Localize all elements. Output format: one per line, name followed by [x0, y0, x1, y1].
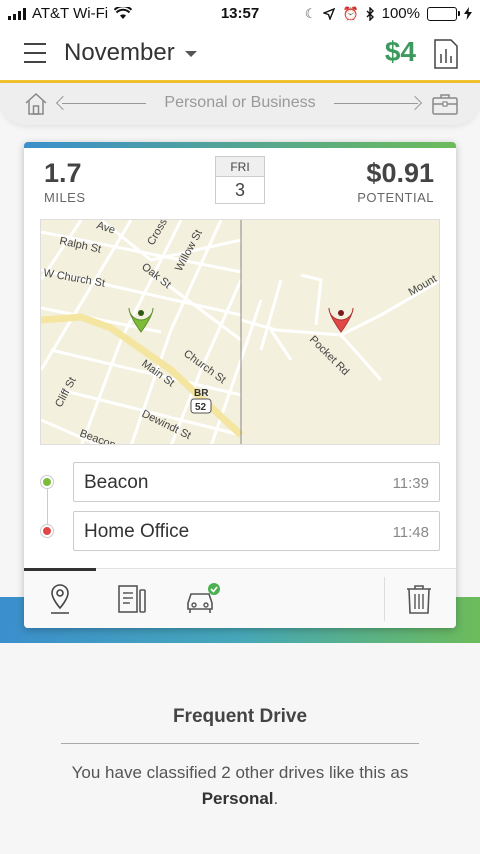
hamburger-menu-icon[interactable] [24, 43, 46, 63]
miles-label: MILES [44, 190, 86, 205]
drive-card[interactable]: 1.7 MILES FRI 3 $0.91 POTENTIAL Ave Ralp… [24, 142, 456, 628]
notes-expense-tab-icon[interactable] [114, 581, 150, 617]
end-pin-icon[interactable] [328, 307, 354, 333]
potential-label: POTENTIAL [357, 190, 434, 205]
svg-text:52: 52 [195, 402, 207, 413]
briefcase-icon[interactable] [432, 93, 458, 115]
app-header: November $4 [0, 28, 480, 80]
start-dot-icon [41, 476, 53, 488]
earnings-total[interactable]: $4 [385, 36, 416, 68]
map-pin-tab-icon[interactable] [42, 581, 78, 617]
street-label-w-church: W Church St [42, 267, 105, 290]
chevron-down-icon [184, 51, 197, 57]
street-label-mount: Mount [407, 273, 439, 299]
bluetooth-icon [366, 6, 374, 21]
status-bar: AT&T Wi-Fi 13:57 ☾ ⏰ 100% [0, 0, 480, 28]
trash-icon[interactable] [401, 581, 437, 617]
report-icon[interactable] [434, 39, 458, 69]
start-location[interactable]: Beacon 11:39 [73, 462, 440, 502]
end-time: 11:48 [392, 524, 429, 541]
potential-value: $0.91 [366, 158, 434, 188]
frequent-drive-title: Frequent Drive [172, 706, 308, 727]
frequent-drive-divider [61, 743, 419, 744]
miles-value: 1.7 [44, 158, 82, 188]
month-label: November [64, 39, 175, 66]
street-label-oak: Oak St [139, 261, 173, 291]
svg-text:BR: BR [194, 388, 209, 399]
route-map[interactable]: Ave Ralph St Cross Willow St W Church St… [40, 219, 440, 445]
classification-value: Personal [201, 789, 274, 808]
start-location-name: Beacon [84, 472, 149, 493]
alarm-icon: ⏰ [342, 5, 359, 21]
charging-bolt-icon [464, 7, 472, 20]
start-time: 11:39 [392, 475, 429, 492]
card-toolbar [24, 568, 456, 628]
miles-stat: 1.7 MILES [44, 158, 86, 205]
frequent-drive-text: You have classified 2 other drives like … [71, 763, 409, 808]
battery-icon [427, 6, 460, 21]
end-dot-icon [41, 525, 53, 537]
end-location-name: Home Office [84, 521, 190, 542]
classify-swipe-bar[interactable]: Personal or Business [0, 83, 480, 125]
street-label-cross: Cross [145, 220, 170, 248]
street-label-ralph: Ralph St [58, 235, 102, 256]
street-label-ave: Ave [95, 220, 117, 237]
drive-date: FRI 3 [215, 156, 265, 204]
day-number: 3 [234, 180, 245, 200]
active-tab-indicator [24, 568, 96, 571]
battery-percent: 100% [381, 5, 420, 22]
potential-stat: $0.91 POTENTIAL [357, 158, 434, 205]
month-selector[interactable]: November [64, 39, 197, 67]
route-badge: BR 52 [190, 388, 212, 414]
vehicle-tab-icon[interactable] [184, 581, 220, 617]
location-arrow-icon [323, 7, 336, 20]
day-of-week: FRI [216, 157, 264, 177]
end-location[interactable]: Home Office 11:48 [73, 511, 440, 551]
moon-icon: ☾ [304, 5, 317, 21]
street-label-church: Church St [181, 348, 228, 386]
